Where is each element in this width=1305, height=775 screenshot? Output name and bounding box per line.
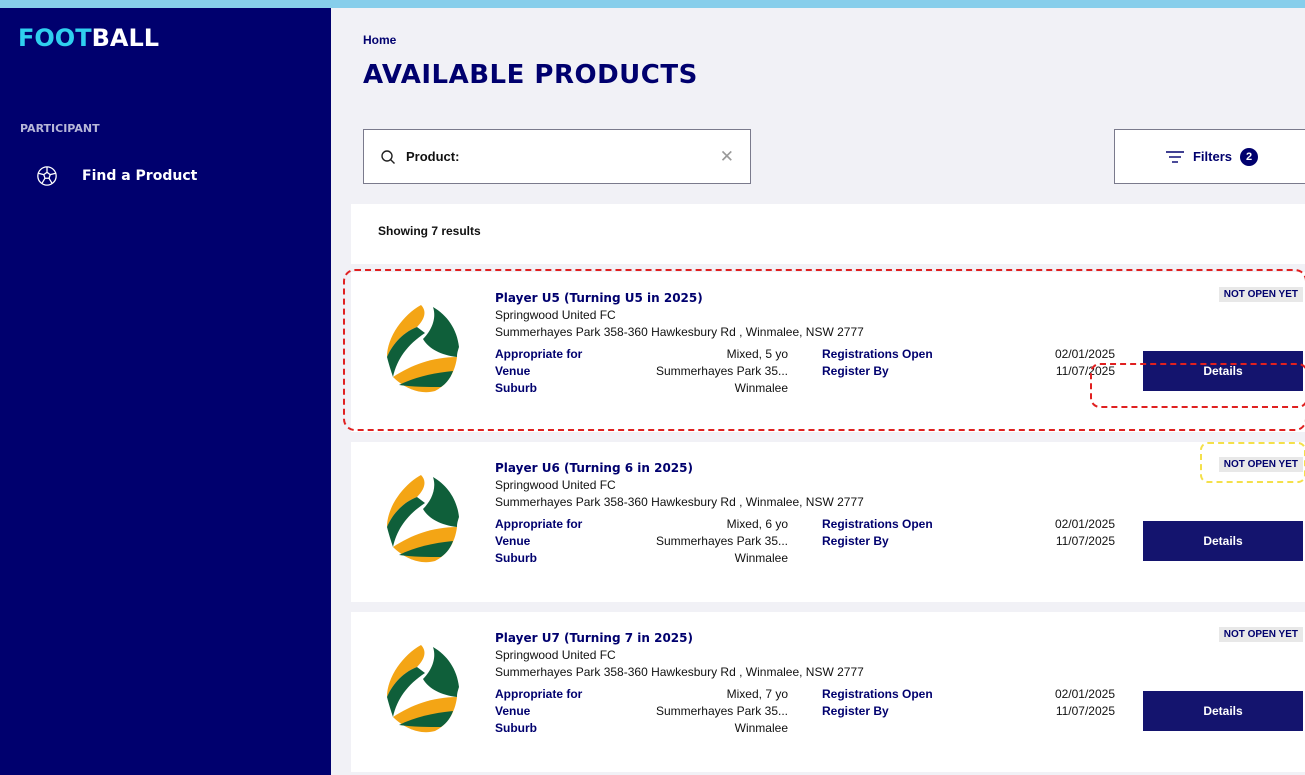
field-label: Venue (495, 534, 531, 548)
product-name[interactable]: Player U7 (Turning 7 in 2025) (495, 631, 693, 645)
product-name[interactable]: Player U6 (Turning 6 in 2025) (495, 461, 693, 475)
info-row: Venue Summerhayes Park 35... Register By… (495, 704, 1135, 720)
filter-count-badge: 2 (1240, 147, 1258, 166)
field-value: Winmalee (734, 721, 788, 735)
product-card: Player U7 (Turning 7 in 2025) Springwood… (351, 612, 1305, 772)
details-button[interactable]: Details (1143, 521, 1303, 561)
date-value: 02/01/2025 (1054, 517, 1115, 531)
app-logo[interactable]: FOOTBALL (18, 24, 159, 52)
field-value: Summerhayes Park 35... (655, 704, 788, 718)
field-label: Register By (822, 704, 889, 718)
search-label: Product: (406, 149, 460, 164)
club-logo-icon (387, 475, 459, 563)
info-row: Appropriate for Mixed, 7 yo Registration… (495, 687, 1135, 703)
field-label: Registrations Open (822, 687, 933, 701)
field-label: Venue (495, 704, 531, 718)
page-title: AVAILABLE PRODUCTS (363, 60, 698, 90)
info-row: Suburb Winmalee (495, 721, 1135, 737)
soccer-ball-icon (37, 166, 57, 186)
club-name: Springwood United FC (495, 648, 616, 662)
club-logo-icon (387, 645, 459, 733)
search-input[interactable]: Product: ✕ (363, 129, 751, 184)
logo-accent-text: FOOT (18, 24, 92, 52)
info-row: Appropriate for Mixed, 6 yo Registration… (495, 517, 1135, 533)
annotation-highlight (1090, 363, 1305, 408)
info-row: Venue Summerhayes Park 35... Register By… (495, 534, 1135, 550)
sidebar: FOOTBALL PARTICIPANT Find a Product (0, 8, 331, 775)
sidebar-item-find-product[interactable]: Find a Product (36, 165, 197, 187)
logo-rest-text: BALL (91, 24, 160, 52)
field-label: Suburb (495, 551, 537, 565)
venue-address: Summerhayes Park 358-360 Hawkesbury Rd ,… (495, 495, 864, 509)
results-header: Showing 7 results (351, 204, 1305, 264)
date-value: 11/07/2025 (1055, 704, 1115, 718)
field-value: Winmalee (734, 551, 788, 565)
field-value: Summerhayes Park 35... (655, 534, 788, 548)
field-label: Suburb (495, 721, 537, 735)
main-content: Home AVAILABLE PRODUCTS Product: ✕ Filte… (331, 8, 1305, 775)
date-value: 02/01/2025 (1054, 687, 1115, 701)
search-icon (381, 149, 395, 164)
field-value: Mixed, 7 yo (726, 687, 788, 701)
product-card: Player U6 (Turning 6 in 2025) Springwood… (351, 442, 1305, 602)
field-label: Registrations Open (822, 517, 933, 531)
field-value: Mixed, 6 yo (726, 517, 788, 531)
filter-icon (1165, 150, 1184, 163)
sidebar-item-label: Find a Product (82, 168, 198, 184)
breadcrumb[interactable]: Home (363, 33, 396, 47)
close-icon[interactable]: ✕ (720, 147, 734, 167)
filters-button[interactable]: Filters 2 (1114, 129, 1305, 184)
details-button[interactable]: Details (1143, 691, 1303, 731)
section-label: PARTICIPANT (20, 122, 100, 135)
results-count: Showing 7 results (378, 224, 481, 238)
info-row: Suburb Winmalee (495, 551, 1135, 567)
field-label: Register By (822, 534, 889, 548)
venue-address: Summerhayes Park 358-360 Hawkesbury Rd ,… (495, 665, 864, 679)
date-value: 11/07/2025 (1055, 534, 1115, 548)
filters-label: Filters (1192, 149, 1232, 164)
annotation-highlight (1200, 442, 1305, 483)
status-badge: NOT OPEN YET (1218, 627, 1303, 642)
club-name: Springwood United FC (495, 478, 616, 492)
